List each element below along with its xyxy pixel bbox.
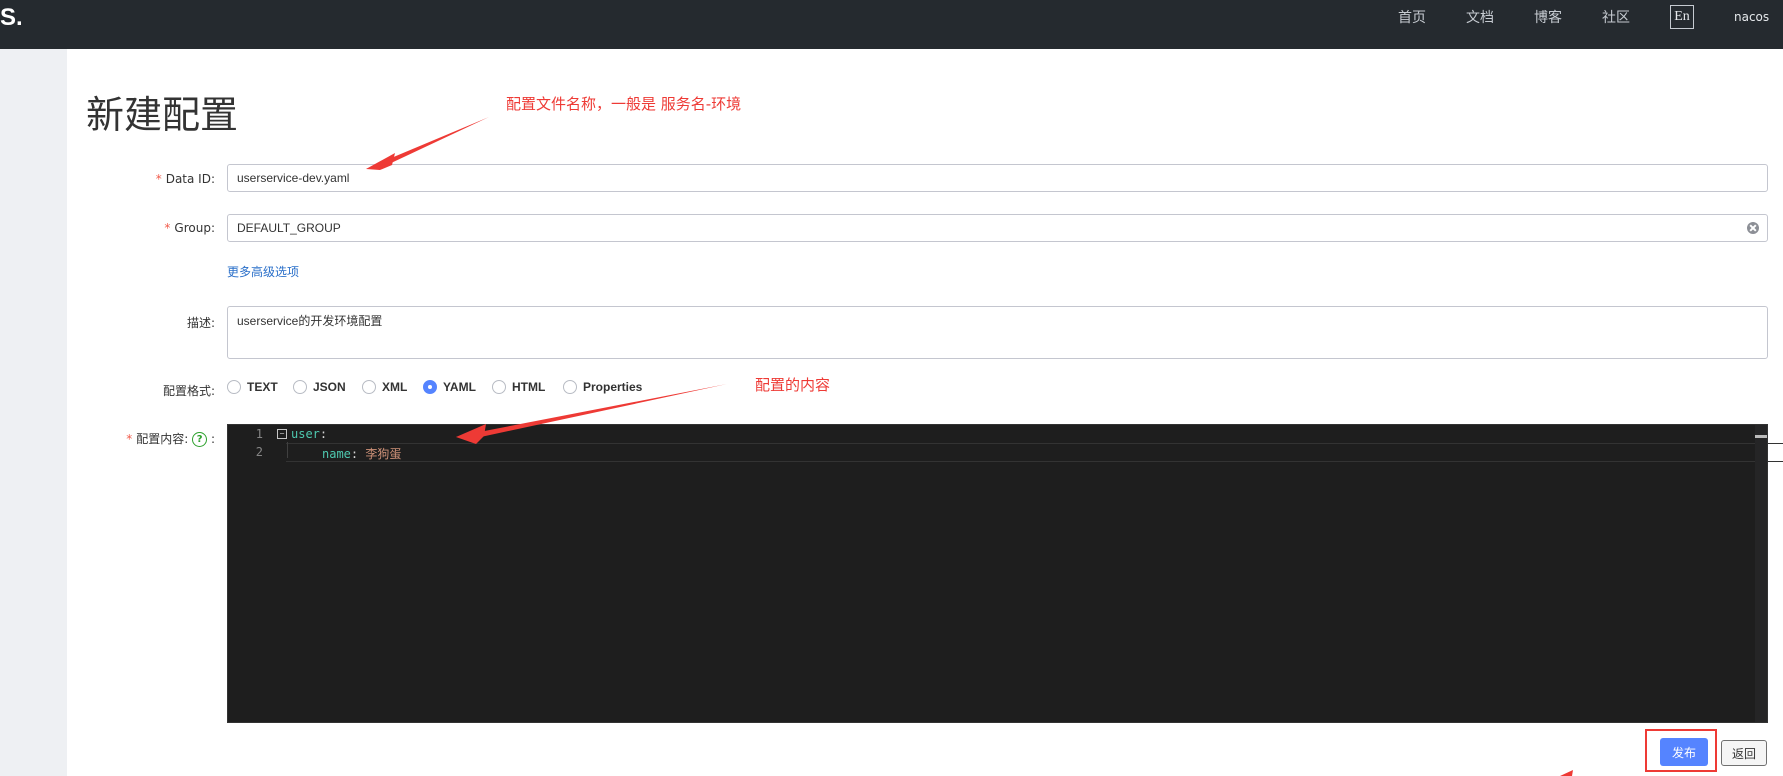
line-number: 2 [255, 445, 263, 459]
group-input[interactable]: DEFAULT_GROUP [227, 214, 1768, 242]
advanced-options-link[interactable]: 更多高级选项 [227, 263, 299, 280]
radio-circle-properties[interactable] [563, 380, 577, 394]
editor-scrollbar[interactable] [1755, 425, 1767, 722]
code-line-1: user: [291, 427, 328, 441]
config-content-editor[interactable]: 1 − user: 2 name: 李狗蛋 [227, 424, 1783, 723]
nav-docs[interactable]: 文档 [1466, 9, 1494, 27]
nacos-logo[interactable]: S. [0, 4, 23, 32]
nav-home[interactable]: 首页 [1398, 9, 1426, 27]
radio-circle-json[interactable] [293, 380, 307, 394]
description-label: 描述: [186, 316, 215, 330]
back-button[interactable]: 返回 [1721, 740, 1767, 766]
content-label: * 配置内容: ? : [126, 432, 215, 447]
format-label: 配置格式: [162, 384, 215, 398]
sidebar-collapsed [0, 49, 67, 776]
arrow-to-data-id [366, 117, 489, 169]
code-line-2: name: 李狗蛋 [322, 447, 402, 461]
editor-line-rule [286, 443, 1783, 444]
nav-community[interactable]: 社区 [1602, 9, 1630, 27]
annotation-content-note: 配置的内容 [755, 376, 831, 394]
logo-text: S. [0, 4, 23, 31]
radio-circle-xml[interactable] [362, 380, 376, 394]
page-title: 新建配置 [86, 93, 239, 137]
fold-toggle-icon[interactable]: − [277, 429, 287, 439]
radio-circle-html[interactable] [492, 380, 506, 394]
group-value: DEFAULT_GROUP [237, 221, 341, 235]
description-value: userservice的开发环境配置 [237, 314, 383, 328]
editor-line-rule [286, 461, 1783, 462]
language-toggle-button[interactable]: En [1670, 5, 1694, 29]
arrow-to-publish [1560, 770, 1573, 776]
description-textarea[interactable]: userservice的开发环境配置 [227, 306, 1768, 359]
group-label: * Group: [164, 221, 215, 235]
help-icon[interactable]: ? [192, 432, 208, 447]
publish-button[interactable]: 发布 [1660, 738, 1708, 766]
top-navbar: S. 首页 文档 博客 社区 En nacos [0, 0, 1783, 49]
annotation-data-id-note: 配置文件名称，一般是 服务名-环境 [506, 95, 742, 113]
data-id-input[interactable]: userservice-dev.yaml [227, 164, 1768, 192]
radio-circle-text[interactable] [227, 380, 241, 394]
editor-scroll-thumb[interactable] [1755, 435, 1767, 438]
data-id-label: * Data ID: [155, 172, 215, 186]
indent-guide [287, 442, 288, 458]
radio-circle-yaml[interactable] [423, 380, 437, 394]
nav-blog[interactable]: 博客 [1534, 9, 1562, 27]
user-menu[interactable]: nacos [1734, 10, 1769, 24]
clear-icon[interactable] [1747, 222, 1759, 234]
line-number: 1 [255, 427, 263, 441]
data-id-value: userservice-dev.yaml [237, 171, 350, 185]
